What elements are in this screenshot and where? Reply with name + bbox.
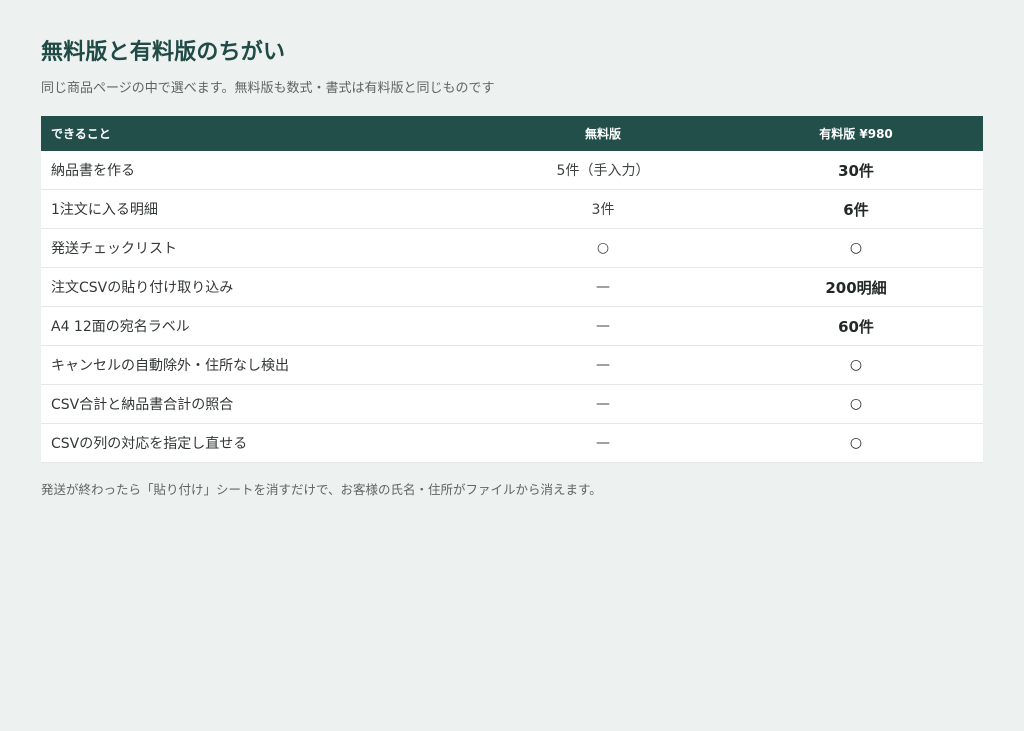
row-paid-value: 6件 xyxy=(729,189,983,229)
header-feature: できること xyxy=(51,127,111,141)
row-free-value: — xyxy=(477,384,729,424)
table-row: A4 12面の宛名ラベル — 60件 xyxy=(41,306,983,346)
row-paid-value: ○ xyxy=(729,423,983,463)
page-title: 無料版と有料版のちがい xyxy=(41,40,286,65)
row-paid-value: 30件 xyxy=(729,151,983,190)
table-body: 納品書を作る 5件（手入力） 30件 1注文に入る明細 3件 6件 発送チェック… xyxy=(41,151,983,463)
row-feature: A4 12面の宛名ラベル xyxy=(41,306,477,346)
table-row: CSVの列の対応を指定し直せる — ○ xyxy=(41,423,983,463)
table-row: 発送チェックリスト ○ ○ xyxy=(41,228,983,268)
row-free-value: 3件 xyxy=(477,189,729,229)
row-free-value: — xyxy=(477,345,729,385)
row-paid-value: 60件 xyxy=(729,306,983,346)
header-free: 無料版 xyxy=(584,127,621,141)
row-free-value: — xyxy=(477,423,729,463)
row-feature: CSV合計と納品書合計の照合 xyxy=(41,384,477,424)
row-free-value: — xyxy=(477,306,729,346)
table-header-row: できること 無料版 有料版 ¥980 xyxy=(41,116,983,151)
row-feature: CSVの列の対応を指定し直せる xyxy=(41,423,477,463)
row-paid-value: ○ xyxy=(729,345,983,385)
table-row: 注文CSVの貼り付け取り込み — 200明細 xyxy=(41,267,983,307)
page-subtitle: 同じ商品ページの中で選べます。無料版も数式・書式は有料版と同じものです xyxy=(41,81,495,96)
row-feature: キャンセルの自動除外・住所なし検出 xyxy=(41,345,477,385)
row-feature: 発送チェックリスト xyxy=(41,228,477,268)
table-row: CSV合計と納品書合計の照合 — ○ xyxy=(41,384,983,424)
row-feature: 1注文に入る明細 xyxy=(41,189,477,229)
row-free-value: 5件（手入力） xyxy=(477,151,729,190)
row-paid-value: ○ xyxy=(729,228,983,268)
table-row: 1注文に入る明細 3件 6件 xyxy=(41,189,983,229)
row-feature: 納品書を作る xyxy=(41,151,477,190)
header-paid: 有料版 ¥980 xyxy=(819,127,893,141)
table-row: 納品書を作る 5件（手入力） 30件 xyxy=(41,151,983,190)
table-header: できること 無料版 有料版 ¥980 xyxy=(41,116,983,151)
row-paid-value: ○ xyxy=(729,384,983,424)
table-row: キャンセルの自動除外・住所なし検出 — ○ xyxy=(41,345,983,385)
row-free-value: ○ xyxy=(477,228,729,268)
footnote: 発送が終わったら「貼り付け」シートを消すだけで、お客様の氏名・住所がファイルから… xyxy=(41,482,602,497)
comparison-table: できること 無料版 有料版 ¥980 納品書を作る 5件（手入力） 30件 1注… xyxy=(41,116,983,463)
comparison-page: 無料版と有料版のちがい 同じ商品ページの中で選べます。無料版も数式・書式は有料版… xyxy=(41,38,983,499)
row-free-value: — xyxy=(477,267,729,307)
row-feature: 注文CSVの貼り付け取り込み xyxy=(41,267,477,307)
row-paid-value: 200明細 xyxy=(729,267,983,307)
